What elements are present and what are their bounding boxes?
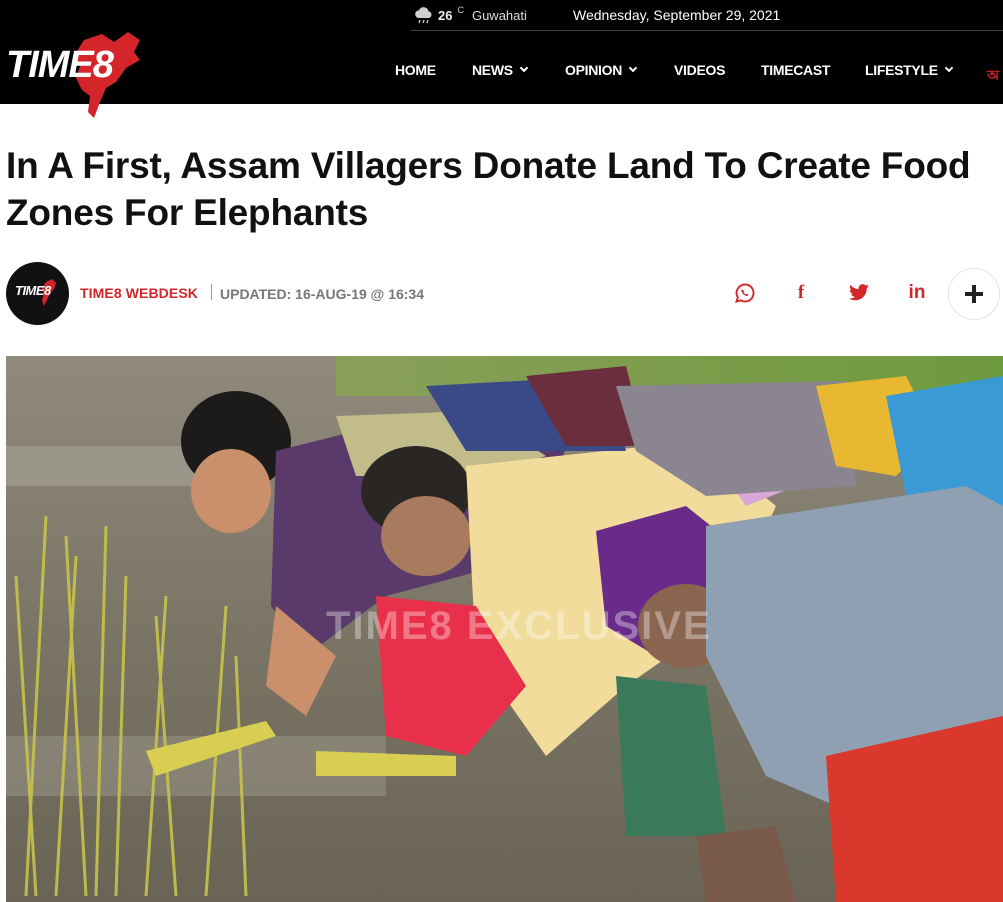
plus-icon <box>965 285 983 303</box>
share-linkedin-button[interactable]: in <box>902 278 932 308</box>
article-byline: TIME8 TIME8 WEBDESK UPDATED: 16-AUG-19 @… <box>6 262 1003 326</box>
nav-home-label: HOME <box>395 62 436 78</box>
main-nav: HOME NEWS OPINION VIDEOS TIMECAST LIFEST… <box>0 62 1003 86</box>
chevron-down-icon <box>519 63 529 73</box>
nav-timecast[interactable]: TIMECAST <box>761 62 830 78</box>
share-whatsapp-button[interactable] <box>730 278 760 308</box>
twitter-icon <box>849 284 869 301</box>
nav-news-label: NEWS <box>472 62 513 78</box>
nav-lifestyle[interactable]: LIFESTYLE <box>865 62 953 78</box>
nav-videos-label: VIDEOS <box>674 62 726 78</box>
site-header: 26 C Guwahati Wednesday, September 29, 2… <box>0 0 1003 118</box>
updated-timestamp: UPDATED: 16-AUG-19 @ 16:34 <box>220 286 424 302</box>
top-bar: 26 C Guwahati Wednesday, September 29, 2… <box>411 0 1003 31</box>
article-hero-image: TIME8 EXCLUSIVE <box>6 356 1003 902</box>
weather-city: Guwahati <box>471 8 527 23</box>
nav-timecast-label: TIMECAST <box>761 62 831 78</box>
cloud-rain-icon <box>413 7 435 24</box>
image-watermark: TIME8 EXCLUSIVE <box>326 604 712 648</box>
share-twitter-button[interactable] <box>844 278 874 308</box>
chevron-down-icon <box>944 63 953 73</box>
byline-divider <box>211 284 212 300</box>
share-more-button[interactable] <box>948 268 1000 320</box>
nav-news[interactable]: NEWS <box>472 62 529 78</box>
weather-widget: 26 C Guwahati <box>413 5 527 24</box>
facebook-icon: f <box>797 282 805 303</box>
current-date: Wednesday, September 29, 2021 <box>573 7 781 23</box>
linkedin-icon: in <box>908 282 926 303</box>
nav-language-item[interactable]: অ <box>987 64 999 88</box>
nav-opinion[interactable]: OPINION <box>565 62 638 78</box>
weather-unit: C <box>457 5 464 15</box>
article-title: In A First, Assam Villagers Donate Land … <box>6 145 971 233</box>
share-facebook-button[interactable]: f <box>786 278 816 308</box>
author-name[interactable]: TIME8 WEBDESK <box>80 285 198 301</box>
chevron-down-icon <box>628 63 638 73</box>
whatsapp-icon <box>735 283 755 303</box>
nav-lifestyle-label: LIFESTYLE <box>865 62 938 78</box>
avatar-logo-text: TIME8 <box>15 283 51 298</box>
nav-home[interactable]: HOME <box>395 62 436 78</box>
nav-videos[interactable]: VIDEOS <box>674 62 725 78</box>
nav-opinion-label: OPINION <box>565 62 623 78</box>
weather-temperature: 26 <box>438 8 453 23</box>
author-avatar[interactable]: TIME8 <box>6 262 69 325</box>
